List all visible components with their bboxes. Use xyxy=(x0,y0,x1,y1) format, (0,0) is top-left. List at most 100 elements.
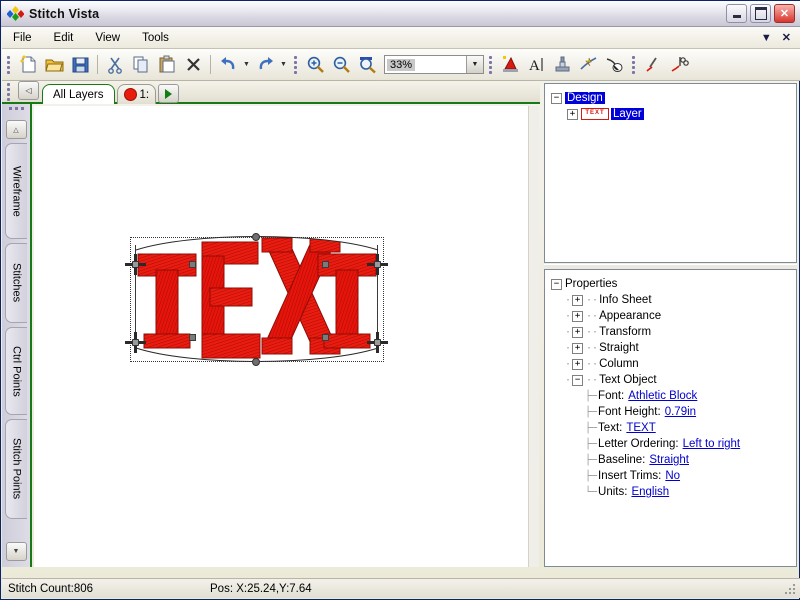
property-group-appearance[interactable]: · + ·· Appearance xyxy=(551,308,790,324)
close-button[interactable]: ✕ xyxy=(774,4,795,23)
selection-handle-bottom-center[interactable] xyxy=(252,358,260,366)
color-fill-button[interactable] xyxy=(498,53,522,77)
zoom-level-value[interactable]: 33% xyxy=(387,58,416,71)
application-window: Stitch Vista ✕ File Edit View Tools ▼ ✕ xyxy=(0,0,800,600)
tab-scroll-left-button[interactable]: ◁ xyxy=(18,81,39,100)
undo-dropdown-arrow-icon[interactable]: ▼ xyxy=(241,53,252,77)
zoom-out-button[interactable] xyxy=(329,53,353,77)
paste-button[interactable] xyxy=(155,53,179,77)
property-row-insert-trims[interactable]: ├─ Insert Trims: No xyxy=(551,468,790,484)
properties-panel[interactable]: − Properties · + ·· Info Sheet · + ·· Ap… xyxy=(544,269,797,567)
selection-handle-top-right[interactable] xyxy=(367,254,388,275)
tab-layer-1[interactable]: 1: xyxy=(116,84,157,104)
tree-node-layer[interactable]: + TEXT Layer xyxy=(551,106,790,122)
selection-handle-top-mid-right[interactable] xyxy=(322,261,329,268)
selection-handle-top-mid-left[interactable] xyxy=(189,261,196,268)
menu-view[interactable]: View xyxy=(84,29,131,47)
tree-expander-minus-icon[interactable]: − xyxy=(572,374,584,386)
zoom-window-button[interactable] xyxy=(355,53,379,77)
tree-expander-plus-icon[interactable]: + xyxy=(572,294,584,306)
selection-handle-bottom-mid-left[interactable] xyxy=(189,334,196,341)
tree-expander-plus-icon[interactable]: + xyxy=(572,310,584,322)
property-row-baseline[interactable]: ├─ Baseline: Straight xyxy=(551,452,790,468)
toolbar-grip[interactable] xyxy=(487,55,494,75)
menu-tools[interactable]: Tools xyxy=(131,29,180,47)
property-row-text[interactable]: ├─ Text: TEXT xyxy=(551,420,790,436)
new-document-button[interactable] xyxy=(16,53,40,77)
tree-line-icon: · xyxy=(565,326,572,338)
cut-button[interactable] xyxy=(103,53,127,77)
redo-dropdown-arrow-icon[interactable]: ▼ xyxy=(278,53,289,77)
selection-handle-bottom-right[interactable] xyxy=(367,332,388,353)
close-icon[interactable]: ✕ xyxy=(782,31,791,44)
open-file-button[interactable] xyxy=(42,53,66,77)
side-tab-stitches[interactable]: Stitches xyxy=(5,243,27,323)
play-button[interactable] xyxy=(158,84,180,103)
vtabs-grip[interactable] xyxy=(8,107,24,117)
zoom-in-button[interactable] xyxy=(303,53,327,77)
menu-edit[interactable]: Edit xyxy=(43,29,85,47)
property-insert-trims-value[interactable]: No xyxy=(665,470,680,482)
tree-expander-minus-icon[interactable]: − xyxy=(551,92,562,104)
vtabs-scroll-down-button[interactable]: ▼ xyxy=(5,542,27,561)
tree-expander-plus-icon[interactable]: + xyxy=(572,342,584,354)
properties-root[interactable]: − Properties xyxy=(551,276,790,292)
lightning-tool-button[interactable] xyxy=(576,53,600,77)
property-letter-ordering-value[interactable]: Left to right xyxy=(683,438,741,450)
trim-tool-button[interactable] xyxy=(667,53,691,77)
copy-button[interactable] xyxy=(129,53,153,77)
property-group-transform[interactable]: · + ·· Transform xyxy=(551,324,790,340)
chevron-down-icon[interactable]: ▼ xyxy=(761,32,772,44)
tree-expander-plus-icon[interactable]: + xyxy=(567,108,578,120)
tree-expander-minus-icon[interactable]: − xyxy=(551,278,562,290)
tree-expander-plus-icon[interactable]: + xyxy=(572,326,584,338)
property-font-height-value[interactable]: 0.79in xyxy=(665,406,696,418)
zoom-level-combobox[interactable]: 33% ▼ xyxy=(384,55,484,74)
tree-node-design[interactable]: − Design xyxy=(551,90,790,106)
chevron-down-icon[interactable]: ▼ xyxy=(466,56,483,73)
text-artwork[interactable] xyxy=(122,226,392,371)
maximize-button[interactable] xyxy=(750,4,771,23)
needle-tool-button[interactable] xyxy=(641,53,665,77)
property-group-text-object[interactable]: · − ·· Text Object xyxy=(551,372,790,388)
property-row-units[interactable]: └─ Units: English xyxy=(551,484,790,500)
property-row-letter-ordering[interactable]: ├─ Letter Ordering: Left to right xyxy=(551,436,790,452)
tree-line-icon: ├─ xyxy=(585,470,598,482)
property-row-font[interactable]: ├─ Font: Athletic Block xyxy=(551,388,790,404)
minimize-button[interactable] xyxy=(726,4,747,23)
delete-button[interactable] xyxy=(181,53,205,77)
resize-grip[interactable] xyxy=(783,582,797,596)
menu-file[interactable]: File xyxy=(2,29,43,47)
property-baseline-value[interactable]: Straight xyxy=(649,454,689,466)
selection-handle-top-left[interactable] xyxy=(125,254,146,275)
bulb-tool-button[interactable] xyxy=(602,53,626,77)
vtabs-scroll-up-button[interactable]: △ xyxy=(5,120,27,139)
selection-handle-top-center[interactable] xyxy=(252,233,260,241)
toolbar-grip[interactable] xyxy=(630,55,637,75)
tab-all-layers[interactable]: All Layers xyxy=(42,84,115,104)
undo-button[interactable] xyxy=(216,53,240,77)
save-button[interactable] xyxy=(68,53,92,77)
property-group-straight[interactable]: · + ·· Straight xyxy=(551,340,790,356)
redo-button[interactable] xyxy=(253,53,277,77)
tabstrip-grip[interactable] xyxy=(5,82,12,102)
property-group-column[interactable]: · + ·· Column xyxy=(551,356,790,372)
side-tab-wireframe[interactable]: Wireframe xyxy=(5,143,27,239)
canvas-vertical-rail[interactable] xyxy=(528,106,539,567)
side-tab-ctrl-points[interactable]: Ctrl Points xyxy=(5,327,27,415)
tree-expander-plus-icon[interactable]: + xyxy=(572,358,584,370)
selection-handle-bottom-left[interactable] xyxy=(125,332,146,353)
side-tab-stitch-points[interactable]: Stitch Points xyxy=(5,419,27,519)
property-group-info-sheet[interactable]: · + ·· Info Sheet xyxy=(551,292,790,308)
property-font-value[interactable]: Athletic Block xyxy=(628,390,697,402)
property-text-value[interactable]: TEXT xyxy=(626,422,655,434)
toolbar-grip[interactable] xyxy=(5,55,12,75)
design-canvas[interactable] xyxy=(34,106,538,567)
selection-handle-bottom-mid-right[interactable] xyxy=(322,334,329,341)
property-row-font-height[interactable]: ├─ Font Height: 0.79in xyxy=(551,404,790,420)
text-tool-button[interactable]: A xyxy=(524,53,548,77)
stamp-tool-button[interactable] xyxy=(550,53,574,77)
design-tree-panel[interactable]: − Design + TEXT Layer xyxy=(544,83,797,263)
property-units-value[interactable]: English xyxy=(631,486,669,498)
toolbar-grip[interactable] xyxy=(292,55,299,75)
